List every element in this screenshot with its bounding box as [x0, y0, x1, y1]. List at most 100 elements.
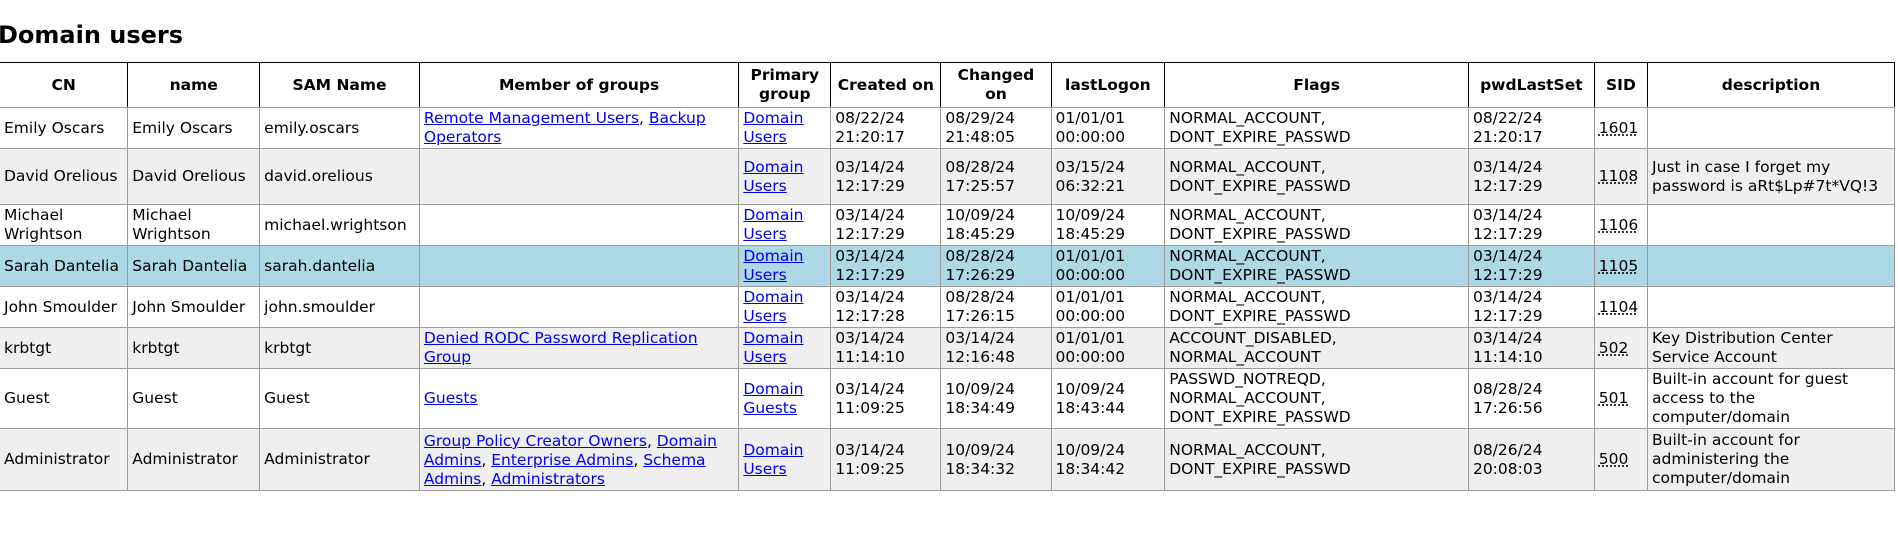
cn-text: krbtgt — [4, 338, 52, 357]
header-primary-group[interactable]: Primary group — [738, 62, 832, 108]
header-flags[interactable]: Flags — [1164, 62, 1469, 108]
group-link[interactable]: Denied RODC Password Replication Group — [424, 329, 698, 366]
header-lastlogon[interactable]: lastLogon — [1050, 62, 1166, 108]
cell-created-on: 08/22/24 21:20:17 — [830, 107, 942, 149]
pwd-date: 03/14/24 — [1472, 247, 1543, 265]
cell-name: Emily Oscars — [127, 107, 261, 149]
sam-text: Administrator — [264, 450, 370, 468]
description-text: Built-in account for administering the c… — [1652, 431, 1800, 487]
primary-group-link[interactable]: Domain — [743, 247, 803, 265]
cell-member-of-groups — [418, 245, 740, 287]
sid-text: 501 — [1598, 389, 1629, 407]
primary-group-link[interactable]: Users — [743, 307, 786, 325]
cell-flags: NORMAL_ACCOUNT, DONT_EXPIRE_PASSWD — [1164, 148, 1469, 205]
cell-primary-group: Domain Users — [738, 107, 832, 149]
cell-description: Key Distribution Center Service Account — [1647, 327, 1895, 369]
header-changed-on[interactable]: Changed on — [940, 62, 1052, 108]
changed-date: 08/28/24 — [945, 247, 1016, 265]
table-row[interactable]: David Orelious David Orelious david.orelio… — [0, 148, 1895, 205]
cell-pwdlastset: 08/28/24 17:26:56 — [1467, 368, 1595, 429]
table-row[interactable]: John Smoulder John Smoulder john.smoulder D… — [0, 286, 1895, 328]
cell-member-of-groups — [418, 286, 740, 328]
header-member-of-groups[interactable]: Member of groups — [418, 62, 740, 108]
primary-group-link[interactable]: Domain — [743, 380, 803, 398]
group-link[interactable]: Guests — [424, 389, 478, 407]
header-cn[interactable]: CN — [0, 62, 129, 108]
header-sam-name[interactable]: SAM Name — [259, 62, 420, 108]
primary-group-link[interactable]: Users — [743, 225, 786, 243]
cn-text: Sarah Dantelia — [4, 256, 119, 275]
primary-group-link[interactable]: Domain — [743, 288, 803, 306]
lastlogon-date: 01/01/01 — [1055, 109, 1126, 127]
primary-group-link[interactable]: Users — [743, 348, 786, 366]
group-link[interactable]: Administrators — [491, 470, 605, 488]
sid-text: 1108 — [1598, 167, 1639, 185]
header-description[interactable]: description — [1647, 62, 1895, 108]
cell-member-of-groups — [418, 204, 740, 246]
group-link[interactable]: Enterprise Admins — [491, 451, 633, 469]
cell-sid: 501 — [1593, 368, 1649, 429]
cell-member-of-groups: Guests — [418, 368, 740, 429]
created-date: 03/14/24 — [835, 288, 905, 306]
created-time: 11:09:25 — [835, 459, 905, 478]
cell-lastlogon: 10/09/24 18:34:42 — [1050, 428, 1166, 491]
cell-pwdlastset: 03/14/24 12:17:29 — [1467, 245, 1595, 287]
primary-group-link[interactable]: Domain — [743, 206, 803, 224]
table-row[interactable]: Sarah Dantelia Sarah Dantelia sarah.dantel… — [0, 245, 1895, 287]
cell-changed-on: 10/09/24 18:34:49 — [940, 368, 1052, 429]
cell-sam-name: david.orelious — [259, 148, 420, 205]
flag-text: NORMAL_ACCOUNT, — [1169, 206, 1326, 224]
name-text: Guest — [132, 389, 178, 407]
cell-lastlogon: 01/01/01 00:00:00 — [1050, 245, 1166, 287]
table-row[interactable]: Emily Oscars Emily Oscars emily.oscars Remo… — [0, 107, 1895, 149]
created-date: 08/22/24 — [835, 109, 905, 127]
primary-group-link[interactable]: Domain — [743, 329, 803, 347]
pwd-date: 03/14/24 — [1472, 206, 1543, 224]
sid-text: 502 — [1598, 338, 1629, 357]
name-text: Michael Wrightson — [132, 206, 211, 243]
flag-text: NORMAL_ACCOUNT, — [1169, 288, 1326, 306]
primary-group-link[interactable]: Domain — [743, 158, 803, 176]
table-row[interactable]: Guest Guest Guest Guests Domain Guests 03/14/2… — [0, 368, 1895, 429]
primary-group-link[interactable]: Users — [743, 460, 786, 478]
table-row[interactable]: Michael Wrightson Michael Wrightson michae… — [0, 204, 1895, 246]
header-pwdlastset[interactable]: pwdLastSet — [1467, 62, 1595, 108]
changed-time: 17:25:57 — [945, 176, 1016, 195]
pwd-time: 21:20:17 — [1472, 128, 1543, 146]
sam-text: Guest — [264, 389, 310, 407]
header-name[interactable]: name — [127, 62, 261, 108]
cn-text: Michael Wrightson — [4, 206, 83, 243]
pwd-time: 12:17:29 — [1472, 176, 1543, 195]
primary-group-link[interactable]: Guests — [743, 399, 797, 417]
pwd-time: 12:17:29 — [1472, 225, 1543, 243]
header-created-on[interactable]: Created on — [830, 62, 942, 108]
name-text: Emily Oscars — [132, 118, 233, 137]
pwd-date: 03/14/24 — [1472, 157, 1543, 176]
cell-name: krbtgt — [127, 327, 261, 369]
header-sid[interactable]: SID — [1593, 62, 1649, 108]
lastlogon-date: 10/09/24 — [1055, 206, 1126, 224]
group-link[interactable]: Group Policy Creator Owners — [424, 432, 647, 450]
group-link[interactable]: Remote Management Users — [424, 109, 639, 127]
primary-group-link[interactable]: Domain — [743, 441, 803, 459]
lastlogon-time: 18:34:42 — [1055, 459, 1126, 478]
changed-date: 03/14/24 — [945, 329, 1016, 347]
lastlogon-time: 18:43:44 — [1055, 398, 1126, 417]
created-date: 03/14/24 — [835, 440, 905, 459]
description-text: Just in case I forget my password is aRt… — [1652, 157, 1879, 195]
primary-group-link[interactable]: Users — [743, 266, 786, 284]
primary-group-link[interactable]: Users — [743, 177, 786, 195]
primary-group-link[interactable]: Users — [743, 128, 786, 146]
flag-text: NORMAL_ACCOUNT — [1169, 348, 1321, 366]
header-changed-line2: on — [985, 85, 1007, 103]
name-text: Administrator — [132, 450, 238, 468]
primary-group-link[interactable]: Domain — [743, 109, 803, 127]
cell-flags: NORMAL_ACCOUNT, DONT_EXPIRE_PASSWD — [1164, 286, 1469, 328]
changed-time: 17:26:29 — [945, 266, 1016, 284]
lastlogon-time: 00:00:00 — [1055, 128, 1126, 146]
lastlogon-time: 18:45:29 — [1055, 225, 1126, 243]
table-row[interactable]: Administrator Administrator Administrator G… — [0, 428, 1895, 491]
cell-changed-on: 08/28/24 17:26:15 — [940, 286, 1052, 328]
table-row[interactable]: krbtgt krbtgt krbtgt Denied RODC Password R… — [0, 327, 1895, 369]
cell-name: David Orelious — [127, 148, 261, 205]
